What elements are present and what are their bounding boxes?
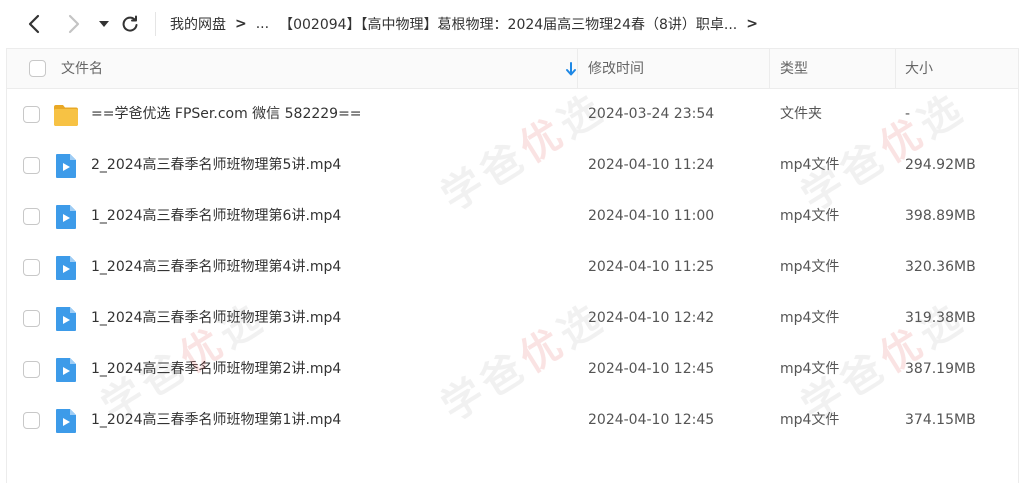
file-type: mp4文件 (780, 208, 840, 224)
row-checkbox[interactable] (23, 310, 40, 327)
file-row[interactable]: 1_2024高三春季名师班物理第3讲.mp4 2024-04-10 12:42 mp… (7, 293, 1018, 344)
file-list-header: 文件名 修改时间 类型 大小 (7, 49, 1018, 89)
file-type: mp4文件 (780, 259, 840, 275)
file-modified-time: 2024-04-10 11:24 (588, 157, 715, 173)
file-modified-time: 2024-04-10 12:45 (588, 361, 715, 377)
history-dropdown-button[interactable] (90, 10, 118, 38)
row-checkbox[interactable] (23, 259, 40, 276)
file-type: mp4文件 (780, 310, 840, 326)
file-size: 294.92MB (905, 157, 976, 173)
column-header-type[interactable]: 类型 (780, 49, 808, 89)
toolbar: 我的网盘 > ... 【002094】【高中物理】葛根物理：2024届高三物理2… (0, 0, 1024, 48)
row-checkbox[interactable] (23, 412, 40, 429)
select-all-checkbox[interactable] (29, 60, 46, 77)
breadcrumb-ellipsis[interactable]: ... (256, 16, 269, 32)
file-size: 398.89MB (905, 208, 976, 224)
row-checkbox[interactable] (23, 157, 40, 174)
column-header-name[interactable]: 文件名 (61, 49, 103, 89)
file-name[interactable]: 1_2024高三春季名师班物理第6讲.mp4 (91, 191, 341, 242)
breadcrumb-current[interactable]: 【002094】【高中物理】葛根物理：2024届高三物理24春（8讲）职卓... (279, 14, 737, 34)
file-row[interactable]: 1_2024高三春季名师班物理第2讲.mp4 2024-04-10 12:45 mp… (7, 344, 1018, 395)
row-checkbox[interactable] (23, 106, 40, 123)
caret-down-icon (99, 21, 109, 27)
file-size: 387.19MB (905, 361, 976, 377)
forward-button[interactable] (60, 10, 88, 38)
list-border-right (1018, 48, 1019, 483)
breadcrumb-root[interactable]: 我的网盘 (170, 14, 226, 34)
refresh-button[interactable] (116, 10, 144, 38)
file-name[interactable]: 2_2024高三春季名师班物理第5讲.mp4 (91, 140, 341, 191)
column-header-size[interactable]: 大小 (905, 49, 933, 89)
file-row[interactable]: ==学爸优选 FPSer.com 微信 582229== 2024-03-24 2… (7, 89, 1018, 140)
file-size: 320.36MB (905, 259, 976, 275)
video-file-icon (56, 358, 76, 382)
row-checkbox[interactable] (23, 208, 40, 225)
column-header-time[interactable]: 修改时间 (588, 49, 644, 89)
file-type: 文件夹 (780, 106, 822, 122)
file-type: mp4文件 (780, 412, 840, 428)
column-divider[interactable] (895, 49, 896, 89)
file-type: mp4文件 (780, 361, 840, 377)
refresh-icon (122, 15, 138, 32)
video-file-icon (56, 307, 76, 331)
file-size: 374.15MB (905, 412, 976, 428)
video-file-icon (56, 409, 76, 433)
back-button[interactable] (20, 10, 48, 38)
file-modified-time: 2024-04-10 12:42 (588, 310, 715, 326)
breadcrumb-separator-icon: > (235, 16, 247, 32)
file-modified-time: 2024-04-10 11:25 (588, 259, 715, 275)
column-divider[interactable] (577, 49, 578, 89)
file-row[interactable]: 1_2024高三春季名师班物理第6讲.mp4 2024-04-10 11:00 mp… (7, 191, 1018, 242)
file-name[interactable]: ==学爸优选 FPSer.com 微信 582229== (91, 89, 362, 140)
file-row[interactable]: 2_2024高三春季名师班物理第5讲.mp4 2024-04-10 11:24 mp… (7, 140, 1018, 191)
file-name[interactable]: 1_2024高三春季名师班物理第4讲.mp4 (91, 242, 341, 293)
breadcrumb: 我的网盘 > ... 【002094】【高中物理】葛根物理：2024届高三物理2… (170, 13, 767, 35)
file-name[interactable]: 1_2024高三春季名师班物理第3讲.mp4 (91, 293, 341, 344)
file-row[interactable]: 1_2024高三春季名师班物理第4讲.mp4 2024-04-10 11:25 mp… (7, 242, 1018, 293)
file-modified-time: 2024-03-24 23:54 (588, 106, 715, 122)
toolbar-divider (155, 12, 156, 36)
folder-icon (54, 105, 78, 126)
row-checkbox[interactable] (23, 361, 40, 378)
file-name[interactable]: 1_2024高三春季名师班物理第1讲.mp4 (91, 395, 341, 446)
video-file-icon (56, 154, 76, 178)
file-type: mp4文件 (780, 157, 840, 173)
file-modified-time: 2024-04-10 11:00 (588, 208, 715, 224)
chevron-left-icon (28, 14, 40, 34)
file-size: - (905, 106, 911, 122)
sort-descending-icon[interactable] (565, 62, 577, 76)
chevron-right-icon (68, 14, 80, 34)
column-divider[interactable] (769, 49, 770, 89)
video-file-icon (56, 256, 76, 280)
file-size: 319.38MB (905, 310, 976, 326)
breadcrumb-more-icon[interactable]: > (746, 16, 758, 32)
file-name[interactable]: 1_2024高三春季名师班物理第2讲.mp4 (91, 344, 341, 395)
video-file-icon (56, 205, 76, 229)
file-row[interactable]: 1_2024高三春季名师班物理第1讲.mp4 2024-04-10 12:45 mp… (7, 395, 1018, 446)
file-modified-time: 2024-04-10 12:45 (588, 412, 715, 428)
